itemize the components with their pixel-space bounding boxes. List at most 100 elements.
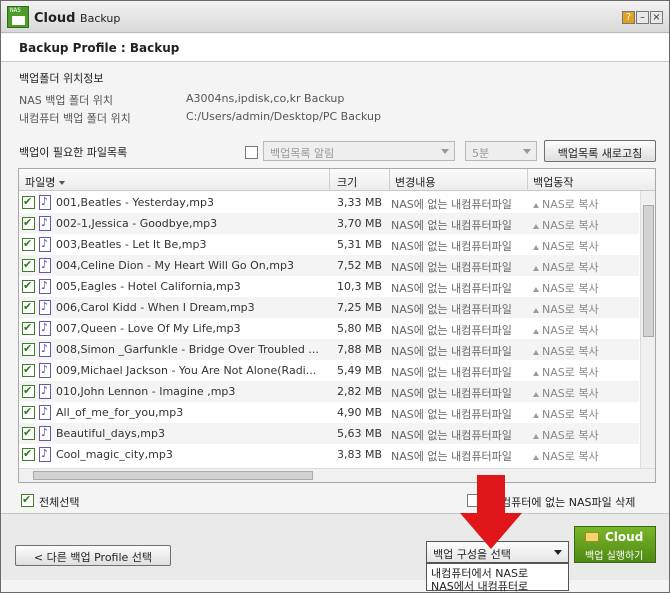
file-change: NAS에 없는 내컴퓨터파일 — [391, 324, 512, 337]
file-action-label: NAS로 복사 — [542, 387, 599, 400]
music-file-icon — [39, 300, 51, 315]
file-size: 7,88 MB — [337, 343, 383, 356]
run-backup-button[interactable]: Cloud 백업 실행하기 — [574, 526, 656, 563]
vertical-scroll-thumb[interactable] — [643, 205, 654, 337]
file-action: NAS로 복사 — [533, 301, 633, 317]
column-name[interactable]: 파일명 — [25, 174, 66, 190]
app-title-main: Cloud — [34, 11, 76, 26]
minimize-button[interactable]: – — [636, 11, 649, 24]
upload-arrow-icon — [533, 349, 539, 355]
other-profile-button[interactable]: < 다른 백업 Profile 선택 — [15, 545, 171, 566]
column-change[interactable]: 변경내용 — [395, 174, 435, 190]
file-size: 4,90 MB — [337, 406, 383, 419]
file-action-label: NAS로 복사 — [542, 198, 599, 211]
table-row[interactable]: 004,Celine Dion - My Heart Will Go On,mp… — [19, 255, 639, 276]
row-checkbox[interactable] — [22, 342, 35, 356]
alert-checkbox[interactable] — [245, 146, 258, 159]
nas-folder-label: NAS 백업 폴더 위치 — [19, 94, 113, 107]
help-button[interactable]: ? — [622, 11, 635, 24]
table-row[interactable]: 010,John Lennon - Imagine ,mp3 2,82 MB NAS… — [19, 381, 639, 402]
row-checkbox[interactable] — [22, 216, 35, 230]
file-change: NAS에 없는 내컴퓨터파일 — [391, 261, 512, 274]
upload-arrow-icon — [533, 328, 539, 334]
horizontal-scroll-thumb[interactable] — [33, 471, 313, 480]
file-action-label: NAS로 복사 — [542, 366, 599, 379]
backup-option-nas-to-pc[interactable]: NAS에서 내컴퓨터로 — [431, 578, 528, 594]
table-row[interactable]: 006,Carol Kidd - When I Dream,mp3 7,25 MB… — [19, 297, 639, 318]
refresh-list-button[interactable]: 백업목록 새로고침 — [544, 140, 656, 162]
music-file-icon — [39, 426, 51, 441]
file-change: NAS에 없는 내컴퓨터파일 — [391, 198, 512, 211]
file-name: All_of_me_for_you,mp3 — [56, 406, 184, 419]
row-checkbox[interactable] — [22, 447, 35, 461]
row-checkbox[interactable] — [22, 405, 35, 419]
column-action[interactable]: 백업동작 — [533, 174, 573, 190]
row-checkbox[interactable] — [22, 195, 35, 209]
music-file-icon — [39, 321, 51, 336]
row-checkbox[interactable] — [22, 237, 35, 251]
alert-select[interactable]: 백업목록 알림 — [263, 141, 455, 161]
select-all-label: 전체선택 — [39, 496, 80, 509]
row-checkbox[interactable] — [22, 321, 35, 335]
close-button[interactable]: × — [650, 11, 663, 24]
row-checkbox[interactable] — [22, 300, 35, 314]
table-row[interactable]: 009,Michael Jackson - You Are Not Alone(… — [19, 360, 639, 381]
file-size: 7,25 MB — [337, 301, 383, 314]
app-title: Cloud Backup — [34, 11, 120, 26]
table-row[interactable]: Beautiful_days,mp3 5,63 MB NAS에 없는 내컴퓨터파일 N… — [19, 423, 639, 444]
chevron-down-icon — [554, 550, 562, 555]
row-checkbox[interactable] — [22, 279, 35, 293]
row-checkbox[interactable] — [22, 258, 35, 272]
file-action: NAS로 복사 — [533, 427, 633, 443]
table-row[interactable]: 002-1,Jessica - Goodbye,mp3 3,70 MB NAS에 없… — [19, 213, 639, 234]
file-change: NAS에 없는 내컴퓨터파일 — [391, 282, 512, 295]
file-name: Beautiful_days,mp3 — [56, 427, 165, 440]
row-checkbox[interactable] — [22, 363, 35, 377]
column-divider[interactable] — [389, 169, 390, 191]
file-size: 7,52 MB — [337, 259, 383, 272]
upload-arrow-icon — [533, 244, 539, 250]
file-name: Cool_magic_city,mp3 — [56, 448, 173, 461]
table-row[interactable]: Cool_magic_city,mp3 3,83 MB NAS에 없는 내컴퓨터파일… — [19, 444, 639, 465]
upload-arrow-icon — [533, 454, 539, 460]
location-heading: 백업폴더 위치정보 — [19, 72, 104, 85]
file-change: NAS에 없는 내컴퓨터파일 — [391, 408, 512, 421]
table-row[interactable]: 008,Simon _Garfunkle - Bridge Over Troub… — [19, 339, 639, 360]
upload-arrow-icon — [533, 265, 539, 271]
table-row[interactable]: 001,Beatles - Yesterday,mp3 3,33 MB NAS에 없… — [19, 192, 639, 213]
folder-icon — [585, 532, 599, 542]
folder-icon — [12, 16, 25, 25]
upload-arrow-icon — [533, 223, 539, 229]
filelist-heading: 백업이 필요한 파일목록 — [19, 146, 128, 159]
column-size[interactable]: 크기 — [337, 174, 357, 190]
file-action-label: NAS로 복사 — [542, 240, 599, 253]
table-row[interactable]: 005,Eagles - Hotel California,mp3 10,3 MB… — [19, 276, 639, 297]
file-size: 5,63 MB — [337, 427, 383, 440]
file-table: 파일명 크기 변경내용 백업동작 001,Beatles - Yesterday… — [18, 168, 656, 483]
table-row[interactable]: 007,Queen - Love Of My Life,mp3 5,80 MB NA… — [19, 318, 639, 339]
table-row[interactable]: All_of_me_for_you,mp3 4,90 MB NAS에 없는 내컴퓨터… — [19, 402, 639, 423]
file-name: 001,Beatles - Yesterday,mp3 — [56, 196, 214, 209]
row-checkbox[interactable] — [22, 384, 35, 398]
row-checkbox[interactable] — [22, 426, 35, 440]
file-change: NAS에 없는 내컴퓨터파일 — [391, 345, 512, 358]
music-file-icon — [39, 279, 51, 294]
file-change: NAS에 없는 내컴퓨터파일 — [391, 303, 512, 316]
table-row[interactable]: 003,Beatles - Let It Be,mp3 5,31 MB NAS에 없… — [19, 234, 639, 255]
column-divider[interactable] — [527, 169, 528, 191]
music-file-icon — [39, 447, 51, 462]
interval-select[interactable]: 5분 — [465, 141, 537, 161]
music-file-icon — [39, 216, 51, 231]
select-all-checkbox[interactable] — [21, 493, 34, 507]
horizontal-scrollbar[interactable] — [19, 468, 655, 482]
file-action: NAS로 복사 — [533, 322, 633, 338]
vertical-scrollbar[interactable] — [640, 191, 655, 468]
column-divider[interactable] — [329, 169, 330, 191]
file-size: 3,70 MB — [337, 217, 383, 230]
upload-arrow-icon — [533, 307, 539, 313]
file-name: 005,Eagles - Hotel California,mp3 — [56, 280, 241, 293]
chevron-down-icon — [523, 149, 531, 154]
file-action: NAS로 복사 — [533, 280, 633, 296]
file-action-label: NAS로 복사 — [542, 324, 599, 337]
file-name: 003,Beatles - Let It Be,mp3 — [56, 238, 207, 251]
